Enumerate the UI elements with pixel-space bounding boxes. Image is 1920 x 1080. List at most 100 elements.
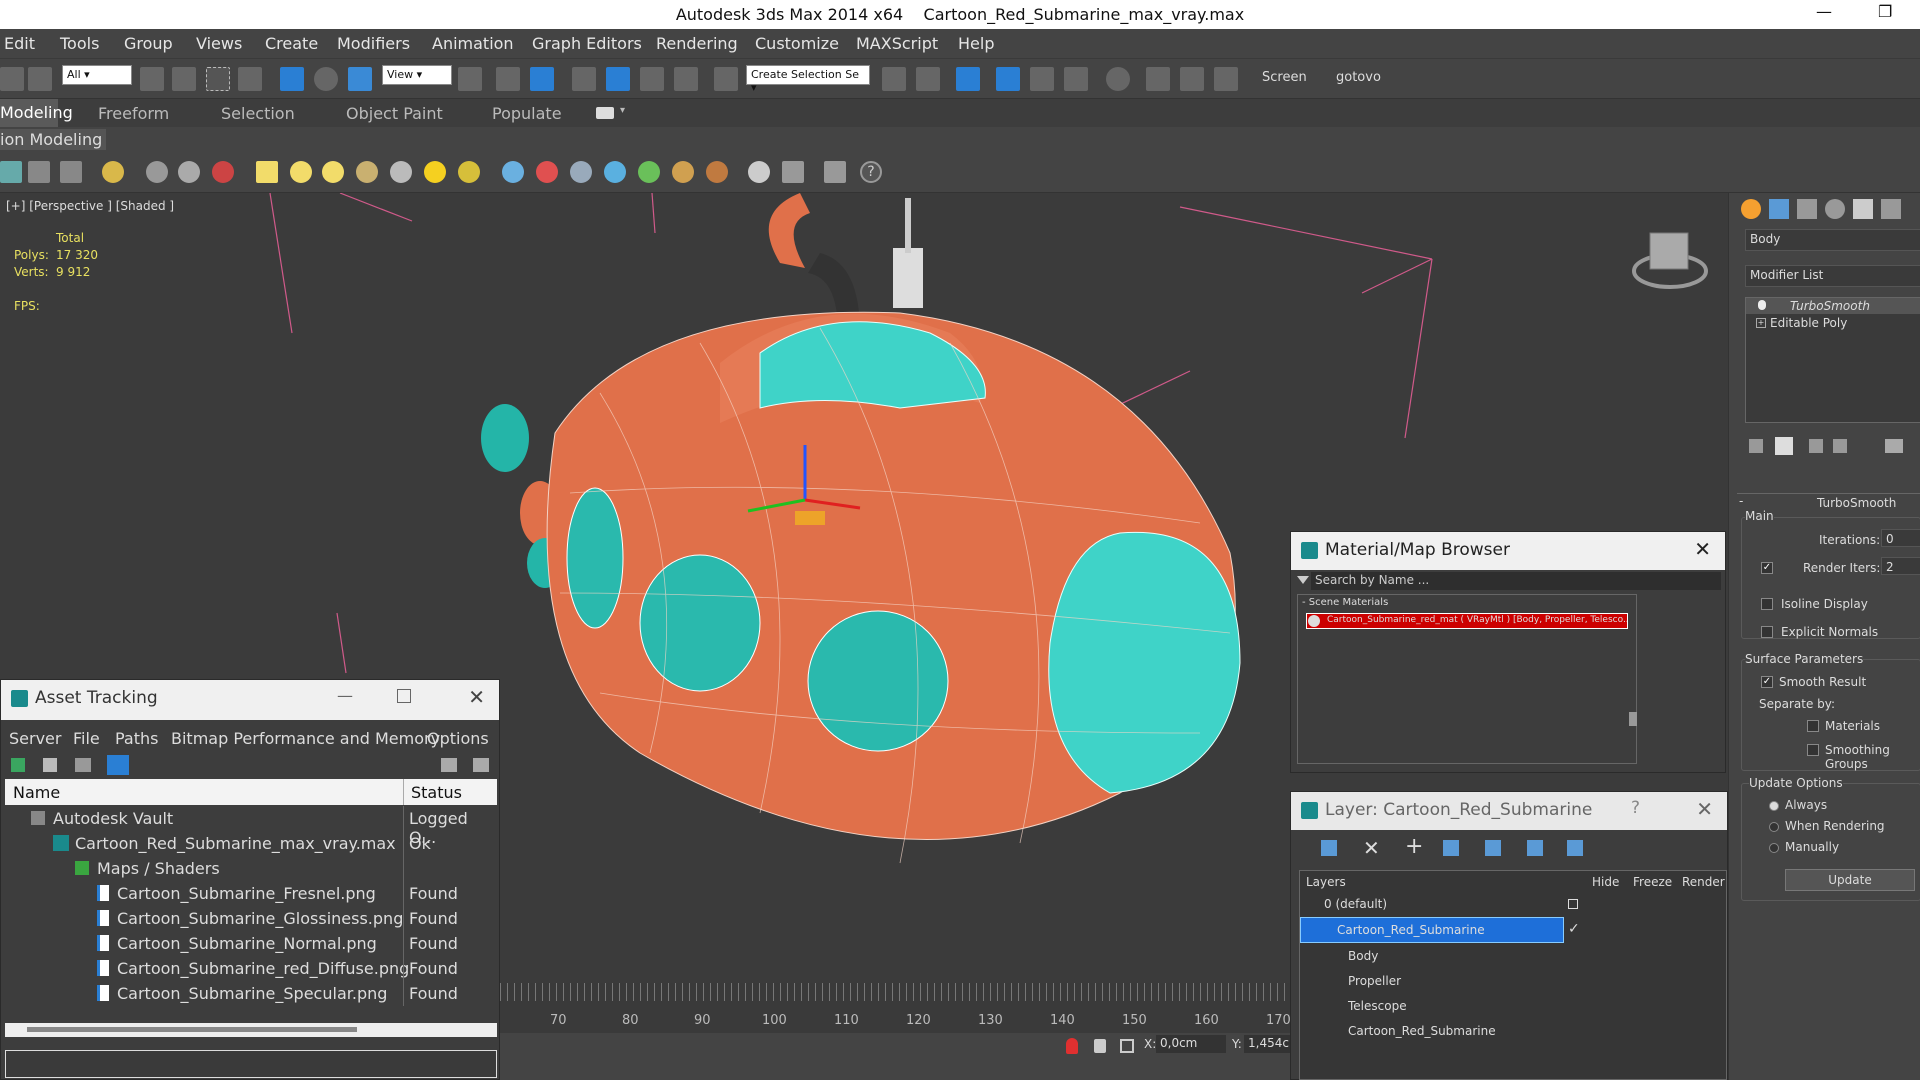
pivot-tool-icon[interactable] — [146, 161, 168, 183]
list-scrollbar-thumb[interactable] — [1629, 712, 1637, 726]
keyboard-shortcut-icon[interactable] — [530, 67, 554, 91]
select-scale-icon[interactable] — [348, 67, 372, 91]
sphere-half-icon[interactable] — [178, 161, 200, 183]
scene-materials-header[interactable]: - Scene Materials — [1302, 597, 1388, 608]
reference-coordinate-dropdown[interactable]: View ▾ — [382, 65, 452, 85]
add-to-layer-icon[interactable]: + — [1405, 834, 1423, 859]
remove-modifier-icon[interactable] — [1833, 439, 1847, 453]
light-list-icon[interactable] — [102, 161, 124, 183]
show-end-result-icon[interactable] — [1775, 437, 1793, 455]
layer-row[interactable]: Propeller — [1300, 970, 1728, 994]
list-icon[interactable] — [28, 161, 50, 183]
create-layer-icon[interactable] — [1321, 840, 1337, 856]
table-row[interactable]: Cartoon_Submarine_red_Diffuse.png Found — [5, 956, 497, 981]
selection-filter-dropdown[interactable]: All ▾ — [62, 65, 132, 85]
menu-maxscript[interactable]: MAXScript — [856, 34, 938, 53]
select-by-name-icon[interactable] — [172, 67, 196, 91]
smoothing-groups-checkbox[interactable] — [1807, 744, 1819, 756]
named-selection-dropdown[interactable]: Create Selection Se ▾ — [746, 65, 870, 94]
hide-all-icon[interactable] — [1527, 840, 1543, 856]
gear-icon[interactable] — [604, 161, 626, 183]
isoline-checkbox[interactable] — [1761, 598, 1773, 610]
rect-selection-icon[interactable] — [206, 67, 230, 91]
layer-row[interactable]: Cartoon_Red_Submarine — [1300, 1020, 1728, 1044]
freeze-column-header[interactable]: Freeze — [1633, 875, 1672, 889]
menu-views[interactable]: Views — [196, 34, 242, 53]
select-object-icon[interactable] — [140, 67, 164, 91]
select-move-icon[interactable] — [280, 67, 304, 91]
help-icon[interactable]: ? — [860, 161, 882, 183]
lightbulb-icon[interactable] — [1758, 300, 1766, 310]
display-tab-icon[interactable] — [1853, 199, 1873, 219]
render-iters-field[interactable]: 2 — [1881, 557, 1920, 575]
expand-plus-icon[interactable]: + — [1756, 318, 1766, 328]
render-grid-icon[interactable] — [782, 161, 804, 183]
menu-create[interactable]: Create — [265, 34, 318, 53]
smooth-result-checkbox[interactable]: ✓ — [1761, 676, 1773, 688]
refresh-icon[interactable] — [11, 758, 25, 772]
edit-named-selection-icon[interactable] — [714, 67, 738, 91]
menu-group[interactable]: Group — [124, 34, 173, 53]
layer-row-selected[interactable]: Cartoon_Red_Submarine — [1300, 917, 1564, 943]
rendered-frame-window-icon[interactable] — [1180, 67, 1204, 91]
help-pointer-icon[interactable] — [473, 758, 489, 772]
table-row[interactable]: Cartoon_Submarine_Specular.png Found — [5, 981, 497, 1006]
foliage-icon[interactable] — [638, 161, 660, 183]
bind-icon[interactable] — [28, 67, 52, 91]
menu-animation[interactable]: Animation — [432, 34, 514, 53]
hide-column-header[interactable]: Hide — [1592, 875, 1619, 889]
render-column-header[interactable]: Render — [1682, 875, 1725, 889]
render-iters-checkbox[interactable]: ✓ — [1761, 562, 1773, 574]
sun-icon[interactable] — [424, 161, 446, 183]
highlight-layer-icon[interactable] — [1485, 840, 1501, 856]
material-editor-icon[interactable] — [1106, 67, 1130, 91]
material-search-input[interactable]: Search by Name ... — [1311, 572, 1721, 590]
gotovo-label[interactable]: gotovo — [1336, 70, 1381, 85]
asset-menu-server[interactable]: Server — [9, 729, 61, 748]
close-icon[interactable]: ✕ — [468, 685, 485, 709]
timeline-track[interactable]: 70 80 90 100 110 120 130 140 150 160 170 — [500, 983, 1291, 1033]
menu-customize[interactable]: Customize — [755, 34, 839, 53]
table-row[interactable]: Maps / Shaders — [5, 856, 497, 881]
always-radio[interactable] — [1769, 801, 1779, 811]
select-objects-icon[interactable] — [1443, 840, 1459, 856]
biped-icon[interactable] — [570, 161, 592, 183]
viewcube-icon[interactable] — [1632, 232, 1708, 289]
tab-object-paint[interactable]: Object Paint — [346, 104, 443, 123]
mirror-icon[interactable] — [882, 67, 906, 91]
create-tab-icon[interactable] — [1741, 199, 1761, 219]
make-unique-icon[interactable] — [1809, 439, 1823, 453]
ribbon-panel-title[interactable]: ion Modeling — [0, 129, 107, 150]
maximize-icon[interactable] — [397, 689, 411, 703]
screen-label[interactable]: Screen — [1262, 70, 1307, 85]
object-name-field[interactable]: Body — [1745, 229, 1920, 251]
column-status[interactable]: Status — [411, 783, 462, 802]
render-setup-icon[interactable] — [1146, 67, 1170, 91]
active-layer-check-icon[interactable]: ✓ — [1568, 921, 1580, 937]
layer-row[interactable]: 0 (default) — [1300, 893, 1728, 915]
teapot-icon[interactable] — [356, 161, 378, 183]
curve-editor-icon[interactable] — [1030, 67, 1054, 91]
tab-populate[interactable]: Populate — [492, 104, 562, 123]
materials-checkbox[interactable] — [1807, 720, 1819, 732]
window-crossing-icon[interactable] — [238, 67, 262, 91]
table-row[interactable]: Cartoon_Red_Submarine_max_vray.max Ok — [5, 831, 497, 856]
pivot-center-icon[interactable] — [458, 67, 482, 91]
schematic-view-icon[interactable] — [1064, 67, 1088, 91]
material-sphere-icon[interactable] — [748, 161, 770, 183]
menu-modifiers[interactable]: Modifiers — [337, 34, 410, 53]
layers-column-header[interactable]: Layers — [1306, 875, 1346, 889]
list-view-icon[interactable] — [43, 758, 57, 772]
hair-icon[interactable] — [672, 161, 694, 183]
angle-snap-icon[interactable] — [606, 67, 630, 91]
horizontal-scrollbar[interactable] — [5, 1023, 497, 1037]
tab-modeling[interactable]: Modeling — [0, 99, 73, 127]
pin-icon[interactable] — [1066, 1038, 1078, 1054]
menu-rendering[interactable]: Rendering — [656, 34, 738, 53]
when-rendering-radio[interactable] — [1769, 822, 1779, 832]
modifier-list-dropdown[interactable]: Modifier List — [1745, 265, 1920, 287]
select-manipulate-icon[interactable] — [496, 67, 520, 91]
table-view-icon[interactable] — [107, 755, 129, 775]
asset-menu-paths[interactable]: Paths — [115, 729, 158, 748]
stack-item-editable-poly[interactable]: + Editable Poly — [1746, 315, 1920, 331]
